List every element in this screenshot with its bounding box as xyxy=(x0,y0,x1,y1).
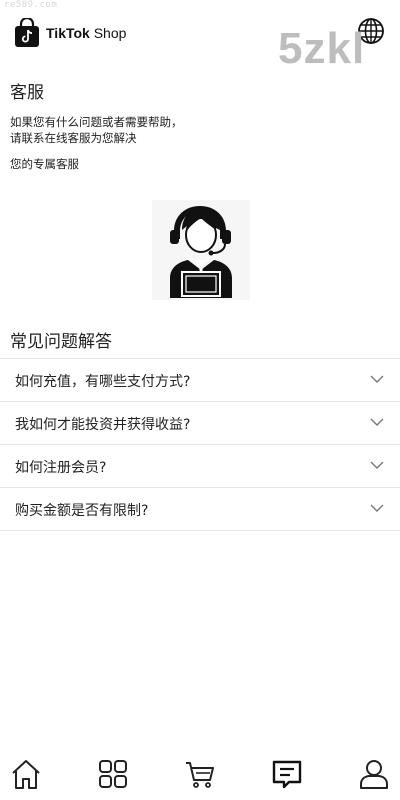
customer-service-agent-icon[interactable] xyxy=(152,200,250,300)
profile-icon[interactable] xyxy=(357,757,391,791)
faq-item[interactable]: 我如何才能投资并获得收益? xyxy=(0,402,400,445)
faq-list: 如何充值，有哪些支付方式? 我如何才能投资并获得收益? 如何注册会员? 购买金额… xyxy=(0,358,400,531)
tiktok-shop-bag-icon xyxy=(15,18,39,47)
description-line-2: 请联系在线客服为您解决 xyxy=(10,131,137,145)
message-icon[interactable] xyxy=(270,757,304,791)
faq-item[interactable]: 购买金额是否有限制? xyxy=(0,488,400,531)
chevron-down-icon xyxy=(370,418,384,426)
tiktok-shop-logo[interactable]: TikTok Shop xyxy=(14,18,126,48)
chevron-down-icon xyxy=(370,461,384,469)
faq-question: 如何充值，有哪些支付方式? xyxy=(15,374,191,390)
faq-question: 我如何才能投资并获得收益? xyxy=(15,417,191,433)
description-line-1: 如果您有什么问题或者需要帮助， xyxy=(10,115,183,129)
brand-name: TikTok Shop xyxy=(46,25,127,41)
faq-title: 常见问题解答 xyxy=(10,332,112,352)
exclusive-agent-label: 您的专属客服 xyxy=(10,157,79,171)
watermark-brand: 5zkl xyxy=(278,24,366,73)
customer-service-description: 如果您有什么问题或者需要帮助， 请联系在线客服为您解决 xyxy=(10,114,310,146)
faq-question: 如何注册会员? xyxy=(15,460,107,476)
customer-service-title: 客服 xyxy=(10,83,44,103)
cart-icon[interactable] xyxy=(183,757,217,791)
chevron-down-icon xyxy=(370,375,384,383)
home-icon[interactable] xyxy=(9,757,43,791)
faq-item[interactable]: 如何充值，有哪些支付方式? xyxy=(0,359,400,402)
bottom-nav xyxy=(0,750,400,800)
faq-item[interactable]: 如何注册会员? xyxy=(0,445,400,488)
categories-icon[interactable] xyxy=(96,757,130,791)
faq-question: 购买金额是否有限制? xyxy=(15,503,149,519)
chevron-down-icon xyxy=(370,504,384,512)
watermark-url: re589.com xyxy=(4,0,58,10)
